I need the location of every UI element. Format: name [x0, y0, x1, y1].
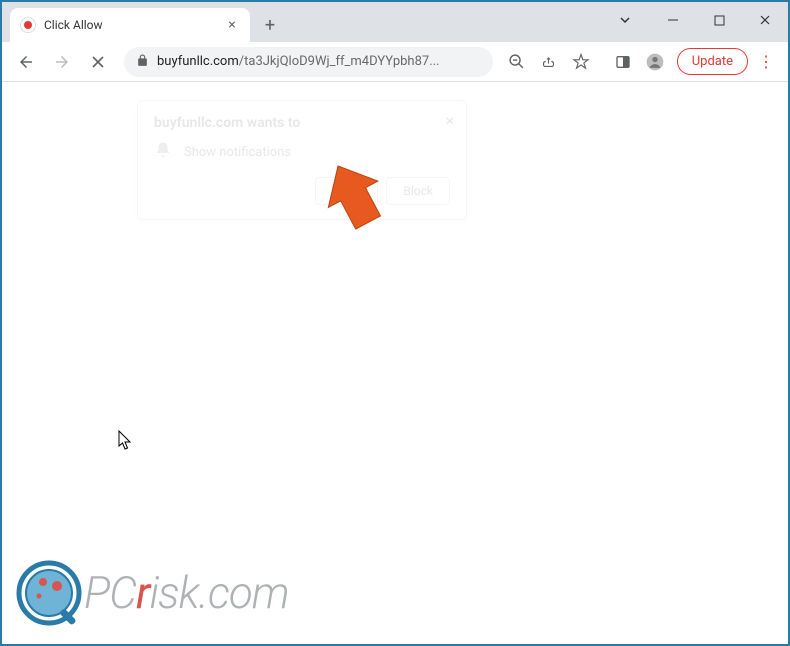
close-icon[interactable]: × [445, 111, 454, 130]
arrow-pointer-icon [324, 160, 386, 236]
maximize-button[interactable] [696, 2, 742, 38]
menu-button[interactable]: ⋮ [758, 52, 774, 71]
lock-icon [136, 54, 149, 70]
notification-text: Show notifications [184, 145, 291, 160]
tab-title: Click Allow [44, 18, 216, 32]
update-button[interactable]: Update [677, 48, 748, 75]
cursor-icon [118, 430, 134, 457]
profile-icon[interactable] [641, 48, 669, 76]
watermark-logo-icon [16, 560, 82, 626]
close-window-button[interactable] [742, 2, 788, 38]
zoom-icon[interactable] [503, 48, 531, 76]
browser-tab[interactable]: Click Allow × [10, 8, 250, 42]
minimize-button[interactable] [650, 2, 696, 38]
new-tab-button[interactable]: + [256, 11, 284, 39]
watermark: PCrisk.com [16, 560, 289, 626]
bell-icon [154, 141, 172, 163]
tab-favicon [20, 17, 36, 33]
notification-permission-popup: × buyfunllc.com wants to Show notificati… [137, 100, 467, 220]
address-bar[interactable]: buyfunllc.com/ta3JkjQloD9Wj_ff_m4DYYpbh8… [124, 47, 493, 77]
share-icon[interactable] [535, 48, 563, 76]
notification-title: buyfunllc.com wants to [154, 115, 450, 131]
window-controls [602, 2, 788, 38]
block-button[interactable]: Block [386, 177, 450, 205]
url-text: buyfunllc.com/ta3JkjQloD9Wj_ff_m4DYYpbh8… [157, 54, 481, 69]
page-content: × buyfunllc.com wants to Show notificati… [2, 82, 788, 644]
watermark-text: PCrisk.com [84, 567, 289, 619]
forward-button[interactable] [46, 46, 78, 78]
stop-reload-button[interactable] [82, 46, 114, 78]
bookmark-star-icon[interactable] [567, 48, 595, 76]
chevron-down-icon[interactable] [602, 2, 648, 38]
back-button[interactable] [10, 46, 42, 78]
browser-toolbar: buyfunllc.com/ta3JkjQloD9Wj_ff_m4DYYpbh8… [2, 42, 788, 82]
side-panel-icon[interactable] [609, 48, 637, 76]
close-tab-button[interactable]: × [224, 17, 240, 33]
